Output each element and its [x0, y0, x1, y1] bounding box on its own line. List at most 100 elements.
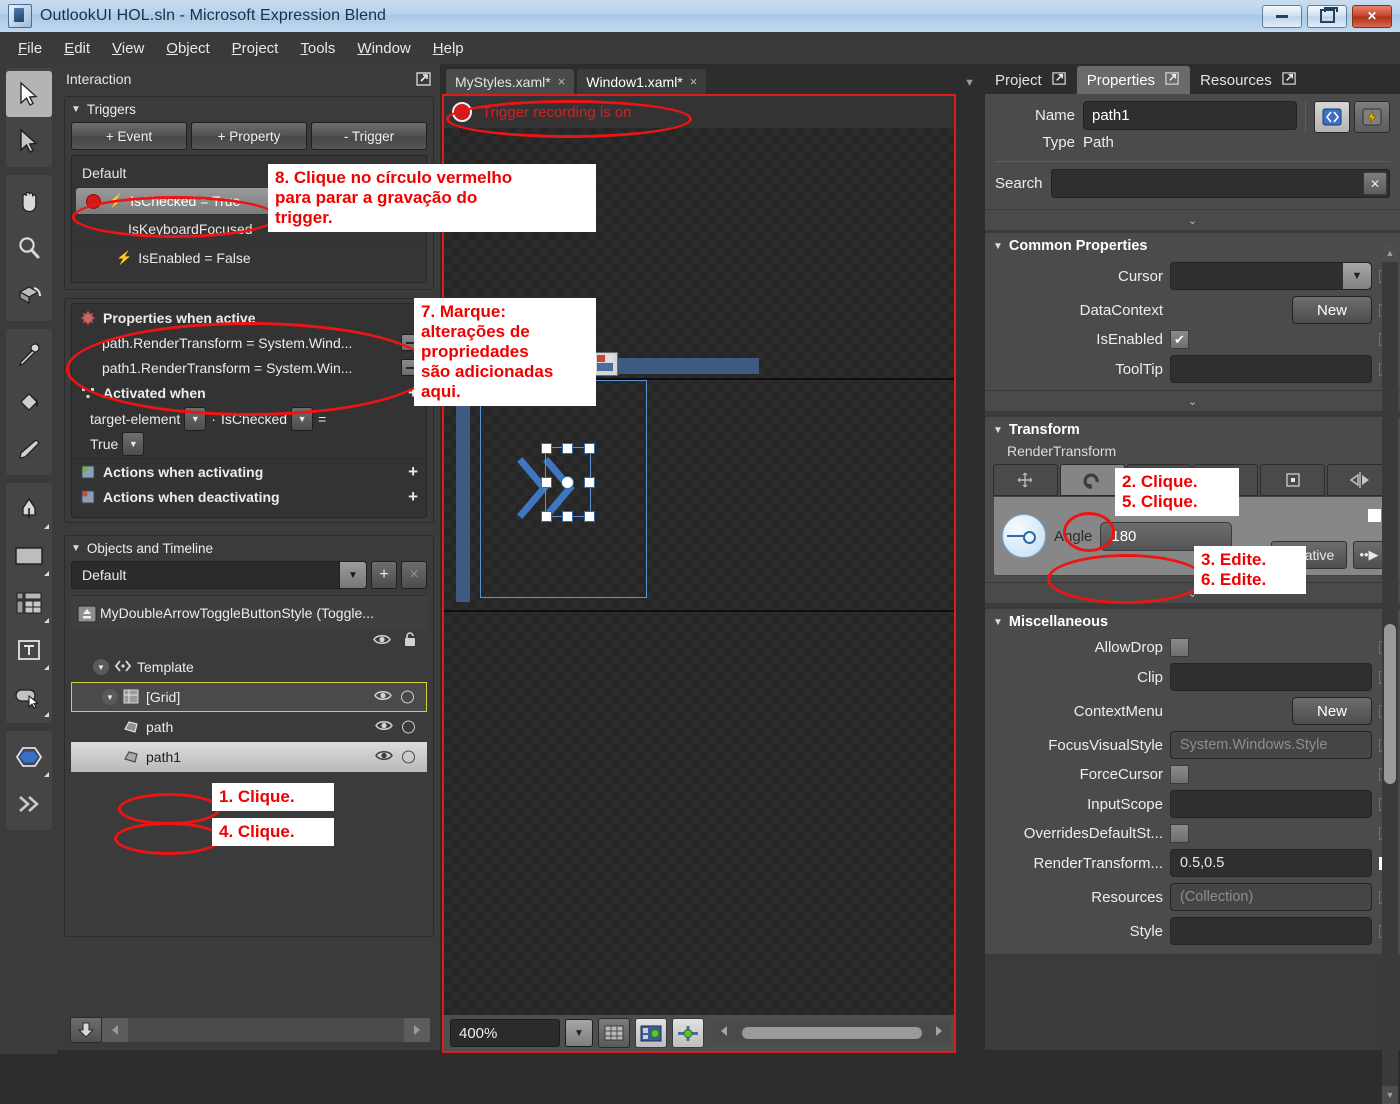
scroll-up-chevrons-icon[interactable]: ⌄	[985, 209, 1400, 230]
scroll-down-arrow-icon[interactable]	[70, 1017, 102, 1043]
chevron-down-icon[interactable]: ▼	[102, 689, 118, 705]
tab-window1-xaml[interactable]: Window1.xaml* ×	[577, 69, 707, 94]
eye-icon[interactable]	[375, 719, 393, 735]
storyboard-select[interactable]: Default ▼	[71, 561, 367, 589]
tree-item-template[interactable]: ▼ Template	[71, 652, 427, 682]
grid-panel-tool[interactable]	[6, 580, 52, 626]
menu-edit[interactable]: Edit	[54, 36, 100, 61]
resources-input[interactable]: (Collection)	[1170, 883, 1372, 911]
transform-origin-handle[interactable]	[561, 476, 574, 489]
menu-view[interactable]: View	[102, 36, 154, 61]
trigger-item-isenabled-false[interactable]: ⚡ IsEnabled = False	[72, 244, 426, 272]
menu-help[interactable]: Help	[423, 36, 474, 61]
selection-tool[interactable]	[6, 71, 52, 117]
maximize-button[interactable]	[1307, 4, 1347, 28]
scroll-left-arrow-icon[interactable]	[713, 1024, 729, 1042]
lock-toggle-icon[interactable]	[402, 750, 415, 764]
forcecursor-checkbox[interactable]	[1170, 765, 1189, 784]
center-point-tab[interactable]	[1260, 464, 1326, 496]
overridesdefaultstyle-checkbox[interactable]	[1170, 824, 1189, 843]
scroll-left-arrow-icon[interactable]	[102, 1018, 128, 1042]
actions-when-activating-header[interactable]: Actions when activating +	[72, 458, 426, 484]
datacontext-new-button[interactable]: New	[1292, 296, 1372, 324]
add-deactivating-action-button[interactable]: +	[408, 488, 418, 505]
style-input[interactable]	[1170, 917, 1372, 945]
scroll-track[interactable]	[128, 1018, 404, 1042]
paint-bucket-tool[interactable]	[6, 379, 52, 425]
isenabled-checkbox[interactable]: ✔	[1170, 330, 1189, 349]
pen-nib-tool[interactable]	[6, 486, 52, 532]
zoom-tool[interactable]	[6, 225, 52, 271]
direct-selection-tool[interactable]	[6, 118, 52, 164]
snap-to-snaplines-button[interactable]	[672, 1018, 704, 1048]
eye-icon[interactable]	[374, 689, 392, 705]
popout-icon[interactable]	[1282, 71, 1297, 90]
condition-value-combo[interactable]: True ▼	[90, 432, 145, 456]
tab-properties[interactable]: Properties	[1076, 66, 1191, 94]
tab-resources[interactable]: Resources	[1190, 66, 1307, 94]
properties-vertical-scrollbar[interactable]: ▲ ▼	[1382, 244, 1398, 1104]
allowdrop-checkbox[interactable]	[1170, 638, 1189, 657]
triggers-title-row[interactable]: ▼ Triggers	[65, 97, 433, 122]
common-properties-header[interactable]: ▼ Common Properties	[985, 233, 1400, 259]
scroll-thumb[interactable]	[1384, 624, 1396, 784]
zoom-level-input[interactable]: 400%	[450, 1019, 560, 1047]
add-storyboard-button[interactable]: +	[371, 561, 397, 589]
close-icon[interactable]: ×	[558, 74, 566, 89]
add-event-button[interactable]: + Event	[71, 122, 187, 150]
show-events-button[interactable]	[1354, 101, 1390, 133]
actions-when-deactivating-header[interactable]: Actions when deactivating +	[72, 484, 426, 509]
lock-toggle-icon[interactable]	[401, 690, 414, 704]
scroll-right-arrow-icon[interactable]	[934, 1024, 950, 1042]
property-change-row[interactable]: path.RenderTransform = System.Wind...	[72, 330, 426, 355]
inputscope-input[interactable]	[1170, 790, 1372, 818]
search-input[interactable]: ✕	[1050, 169, 1390, 198]
scroll-right-arrow-icon[interactable]	[404, 1018, 430, 1042]
advanced-options-marker[interactable]	[1368, 509, 1381, 522]
record-dot-icon[interactable]	[86, 193, 101, 209]
stop-recording-dot-icon[interactable]	[452, 102, 472, 122]
scroll-up-arrow-icon[interactable]: ▲	[1382, 244, 1398, 262]
artboard-canvas[interactable]	[444, 128, 954, 1015]
add-activating-action-button[interactable]: +	[408, 463, 418, 480]
pan-tool[interactable]	[6, 178, 52, 224]
tree-item-path[interactable]: path	[71, 712, 427, 742]
target-element-combo[interactable]: target-element ▼	[90, 407, 207, 431]
clip-input[interactable]	[1170, 663, 1372, 691]
text-tool[interactable]	[6, 627, 52, 673]
timeline-horizontal-scrollbar[interactable]	[70, 1017, 430, 1043]
transform-header[interactable]: ▼ Transform	[985, 417, 1400, 443]
eyedropper-tool[interactable]	[6, 332, 52, 378]
tab-design-view[interactable]: Design	[954, 126, 956, 182]
menu-project[interactable]: Project	[222, 36, 289, 61]
minimize-button[interactable]	[1262, 4, 1302, 28]
expand-common-properties-chevron-icon[interactable]: ⌄	[985, 390, 1400, 411]
tab-project[interactable]: Project	[985, 66, 1077, 94]
name-input[interactable]: path1	[1083, 101, 1297, 130]
add-property-button[interactable]: + Property	[191, 122, 307, 150]
eye-icon[interactable]	[375, 749, 393, 765]
chevron-down-icon[interactable]: ▼	[93, 659, 109, 675]
clear-search-icon[interactable]: ✕	[1363, 172, 1387, 195]
lock-icon[interactable]	[403, 632, 417, 650]
more-tools-button[interactable]	[6, 781, 52, 827]
tab-mystyles-xaml[interactable]: MyStyles.xaml* ×	[446, 69, 575, 94]
objects-timeline-title-row[interactable]: ▼ Objects and Timeline	[65, 536, 433, 561]
popout-icon[interactable]	[1051, 71, 1067, 90]
snap-to-gridlines-button[interactable]	[635, 1018, 667, 1048]
menu-window[interactable]: Window	[347, 36, 420, 61]
property-change-row[interactable]: path1.RenderTransform = System.Win...	[72, 355, 426, 380]
popout-icon[interactable]	[416, 71, 432, 87]
popout-icon[interactable]	[1165, 71, 1180, 90]
tree-item-grid[interactable]: ▼ [Grid]	[71, 682, 427, 712]
scroll-down-arrow-icon[interactable]: ▼	[1382, 1086, 1398, 1104]
tooltip-input[interactable]	[1170, 355, 1372, 383]
rectangle-tool[interactable]	[6, 533, 52, 579]
close-storyboard-button[interactable]: ×	[401, 561, 427, 589]
camera-orbit-tool[interactable]	[6, 272, 52, 318]
translate-tab[interactable]	[993, 464, 1058, 496]
lock-toggle-icon[interactable]	[402, 720, 415, 734]
brush-tool[interactable]	[6, 426, 52, 472]
tree-item-path1[interactable]: path1	[71, 742, 427, 772]
show-properties-button[interactable]	[1314, 101, 1350, 133]
